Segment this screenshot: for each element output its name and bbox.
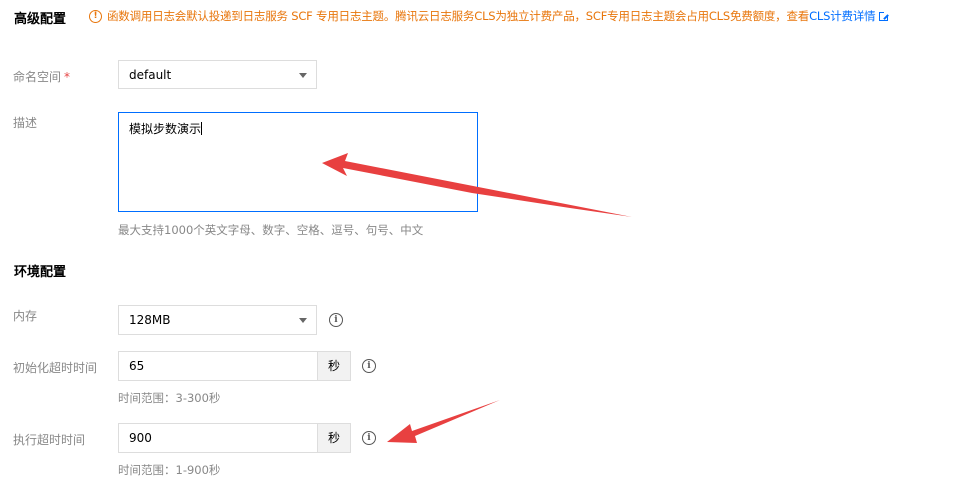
init-timeout-input[interactable]: 65	[118, 351, 318, 381]
description-hint: 最大支持1000个英文字母、数字、空格、逗号、句号、中文	[118, 223, 424, 237]
external-link-icon[interactable]	[879, 10, 890, 21]
chevron-down-icon[interactable]	[299, 318, 307, 323]
description-text: 模拟步数演示	[129, 122, 202, 136]
info-circle-icon[interactable]: i	[362, 359, 376, 373]
env-section-title: 环境配置	[14, 265, 67, 280]
description-label: 描述	[13, 116, 38, 130]
info-circle-icon[interactable]: i	[362, 431, 376, 445]
init-timeout-hint: 时间范围：3-300秒	[118, 391, 221, 405]
exec-timeout-hint: 时间范围：1-900秒	[118, 463, 221, 477]
chevron-down-icon[interactable]	[299, 73, 307, 78]
memory-select[interactable]: 128MB	[118, 305, 317, 335]
init-timeout-value: 65	[129, 359, 145, 373]
warning-circle-icon: !	[89, 9, 102, 23]
cls-billing-link[interactable]: CLS计费详情	[809, 8, 876, 24]
description-textarea[interactable]: 模拟步数演示	[118, 112, 478, 212]
init-timeout-label: 初始化超时时间	[13, 361, 98, 375]
namespace-select-value: default	[129, 67, 172, 82]
namespace-select[interactable]: default	[118, 60, 317, 89]
exec-timeout-value: 900	[129, 431, 152, 445]
memory-select-value: 128MB	[129, 313, 171, 327]
memory-label: 内存	[13, 309, 38, 323]
info-circle-icon[interactable]: i	[329, 313, 343, 327]
namespace-label: 命名空间 *	[13, 68, 70, 85]
exec-timeout-input[interactable]: 900	[118, 423, 318, 453]
exec-timeout-unit: 秒	[317, 423, 351, 453]
required-mark: *	[64, 70, 71, 84]
log-notice: ! 函数调用日志会默认投递到日志服务 SCF 专用日志主题。腾讯云日志服务CLS…	[89, 7, 890, 25]
annotation-arrow-exec-timeout	[387, 400, 500, 443]
advanced-section-title: 高级配置	[14, 12, 67, 27]
log-notice-text: 函数调用日志会默认投递到日志服务 SCF 专用日志主题。腾讯云日志服务CLS为独…	[107, 9, 810, 23]
text-cursor	[201, 122, 203, 135]
init-timeout-unit: 秒	[317, 351, 351, 381]
exec-timeout-label: 执行超时时间	[13, 433, 86, 447]
namespace-label-text: 命名空间	[13, 70, 62, 84]
